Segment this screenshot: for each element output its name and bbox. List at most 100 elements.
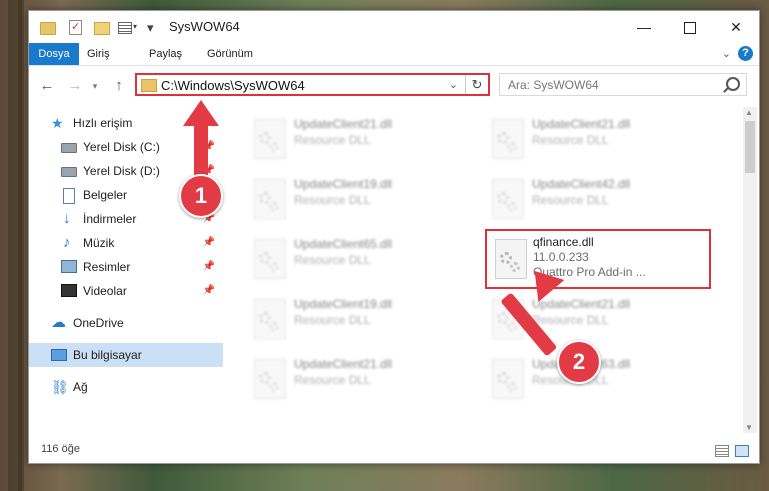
- tab-home[interactable]: Giriş: [77, 43, 120, 65]
- nav-item-videos[interactable]: Videolar 📌: [29, 279, 223, 303]
- item-count: 116 öğe: [41, 443, 80, 455]
- folder-icon: [141, 79, 157, 92]
- scroll-up-icon[interactable]: ▲: [745, 108, 753, 117]
- nav-item-pictures[interactable]: Resimler 📌: [29, 255, 223, 279]
- address-dropdown-icon[interactable]: ⌄: [449, 78, 458, 91]
- nav-item-network[interactable]: ⛓ Ağ: [29, 375, 223, 399]
- file-item[interactable]: UpdateClient19.dll Resource DLL: [246, 293, 466, 345]
- large-icons-view-icon[interactable]: [735, 445, 749, 457]
- nav-item-label: Ağ: [73, 380, 88, 394]
- nav-item-label: İndirmeler: [83, 212, 137, 226]
- tab-share[interactable]: Paylaş: [139, 43, 192, 65]
- file-name: UpdateClient42.dll: [532, 177, 631, 191]
- file-item[interactable]: UpdateClient65.dll Resource DLL: [246, 233, 466, 285]
- drive-icon: [61, 167, 77, 177]
- file-item-qfinance[interactable]: qfinance.dll 11.0.0.233 Quattro Pro Add-…: [485, 229, 711, 289]
- dll-file-icon: [254, 359, 286, 399]
- file-name: UpdateClient19.dll: [294, 297, 393, 311]
- minimize-button[interactable]: —: [621, 11, 667, 43]
- nav-item-onedrive[interactable]: ☁ OneDrive: [29, 311, 223, 335]
- file-item[interactable]: UpdateClient21.dll Resource DLL: [246, 353, 466, 405]
- ribbon-tabs: Dosya Giriş Paylaş Görünüm ⌄ ?: [29, 43, 759, 66]
- nav-item-label: Bu bilgisayar: [73, 348, 142, 362]
- customize-toolbar-icon[interactable]: ▾: [147, 20, 156, 35]
- address-row: ← → ▾ ↑ C:\Windows\SysWOW64 ⌄ ↻ Ara: Sys…: [29, 67, 759, 103]
- maximize-icon: [684, 22, 696, 35]
- file-name: UpdateClient21.dll: [294, 117, 393, 131]
- nav-item-label: Belgeler: [83, 188, 128, 202]
- address-path[interactable]: C:\Windows\SysWOW64: [161, 78, 305, 93]
- tab-file[interactable]: Dosya: [29, 43, 79, 65]
- up-button[interactable]: ↑: [109, 77, 129, 94]
- downloads-icon: ↓: [63, 210, 71, 227]
- dll-file-icon: [254, 299, 286, 339]
- file-name: UpdateClient21.dll: [532, 117, 631, 131]
- file-item[interactable]: UpdateClient19.dll Resource DLL: [246, 173, 466, 225]
- nav-item-label: Müzik: [83, 236, 115, 250]
- scrollbar-thumb[interactable]: [745, 121, 755, 173]
- title-bar: ✓ ▾ ▾ SysWOW64 — ✕: [29, 11, 759, 43]
- pin-icon[interactable]: 📌: [203, 285, 215, 296]
- nav-item-label: Yerel Disk (D:): [83, 164, 160, 178]
- tab-view[interactable]: Görünüm: [197, 43, 263, 65]
- pictures-icon: [61, 260, 77, 273]
- dll-file-icon: [492, 179, 524, 219]
- properties-icon[interactable]: ✓: [67, 19, 83, 35]
- file-list: UpdateClient21.dll Resource DLL UpdateCl…: [224, 107, 739, 433]
- file-type: Resource DLL: [294, 253, 371, 267]
- dll-file-icon: [492, 359, 524, 399]
- quick-access-dropdown-icon[interactable]: ▾: [133, 22, 143, 32]
- nav-item-label: Resimler: [83, 260, 131, 274]
- forward-button[interactable]: →: [65, 77, 85, 94]
- file-name: UpdateClient65.dll: [294, 237, 393, 251]
- step-badge-1: 1: [179, 174, 223, 218]
- file-type: Resource DLL: [294, 373, 371, 387]
- music-icon: ♪: [63, 234, 71, 251]
- file-type: Resource DLL: [294, 313, 371, 327]
- view-options-icon[interactable]: [117, 19, 133, 35]
- dll-file-icon: [254, 119, 286, 159]
- step-badge-2: 2: [557, 340, 601, 384]
- this-pc-icon: [51, 349, 67, 361]
- nav-item-label: OneDrive: [73, 316, 124, 330]
- close-button[interactable]: ✕: [713, 11, 759, 43]
- nav-item-label: Hızlı erişim: [73, 116, 133, 130]
- dll-file-icon: [495, 239, 527, 279]
- file-name: UpdateClient19.dll: [294, 177, 393, 191]
- details-view-icon[interactable]: [715, 445, 729, 457]
- drive-icon: [61, 143, 77, 153]
- new-folder-icon[interactable]: [93, 19, 110, 35]
- file-item[interactable]: UpdateClient42.dll Resource DLL: [484, 173, 704, 225]
- scroll-down-icon[interactable]: ▼: [745, 423, 753, 432]
- help-icon[interactable]: ?: [738, 46, 753, 61]
- file-name: UpdateClient21.dll: [532, 297, 631, 311]
- folder-icon[interactable]: [39, 19, 56, 35]
- back-button[interactable]: ←: [37, 77, 57, 94]
- file-type: Resource DLL: [532, 193, 609, 207]
- search-icon[interactable]: [726, 77, 740, 91]
- star-icon: ★: [51, 115, 64, 131]
- address-bar[interactable]: C:\Windows\SysWOW64 ⌄ ↻: [135, 73, 490, 96]
- nav-item-label: Videolar: [83, 284, 127, 298]
- file-type: Resource DLL: [294, 193, 371, 207]
- maximize-button[interactable]: [667, 11, 713, 43]
- refresh-button[interactable]: ↻: [465, 75, 488, 94]
- dll-file-icon: [254, 179, 286, 219]
- search-input[interactable]: Ara: SysWOW64: [499, 73, 747, 96]
- file-item[interactable]: UpdateClient21.dll Resource DLL: [484, 113, 704, 165]
- pin-icon[interactable]: 📌: [203, 237, 215, 248]
- window-title: SysWOW64: [169, 19, 240, 34]
- file-type: Resource DLL: [532, 313, 609, 327]
- dll-file-icon: [492, 119, 524, 159]
- recent-locations-icon[interactable]: ▾: [85, 81, 105, 92]
- documents-icon: [63, 188, 75, 204]
- nav-item-this-pc[interactable]: Bu bilgisayar: [29, 343, 223, 367]
- nav-item-music[interactable]: ♪ Müzik 📌: [29, 231, 223, 255]
- search-placeholder: Ara: SysWOW64: [508, 78, 599, 92]
- file-name: UpdateClient21.dll: [294, 357, 393, 371]
- vertical-scrollbar[interactable]: ▲ ▼: [743, 107, 757, 433]
- pin-icon[interactable]: 📌: [203, 261, 215, 272]
- expand-ribbon-icon[interactable]: ⌄: [722, 47, 731, 60]
- videos-icon: [61, 284, 77, 297]
- file-item[interactable]: UpdateClient21.dll Resource DLL: [246, 113, 466, 165]
